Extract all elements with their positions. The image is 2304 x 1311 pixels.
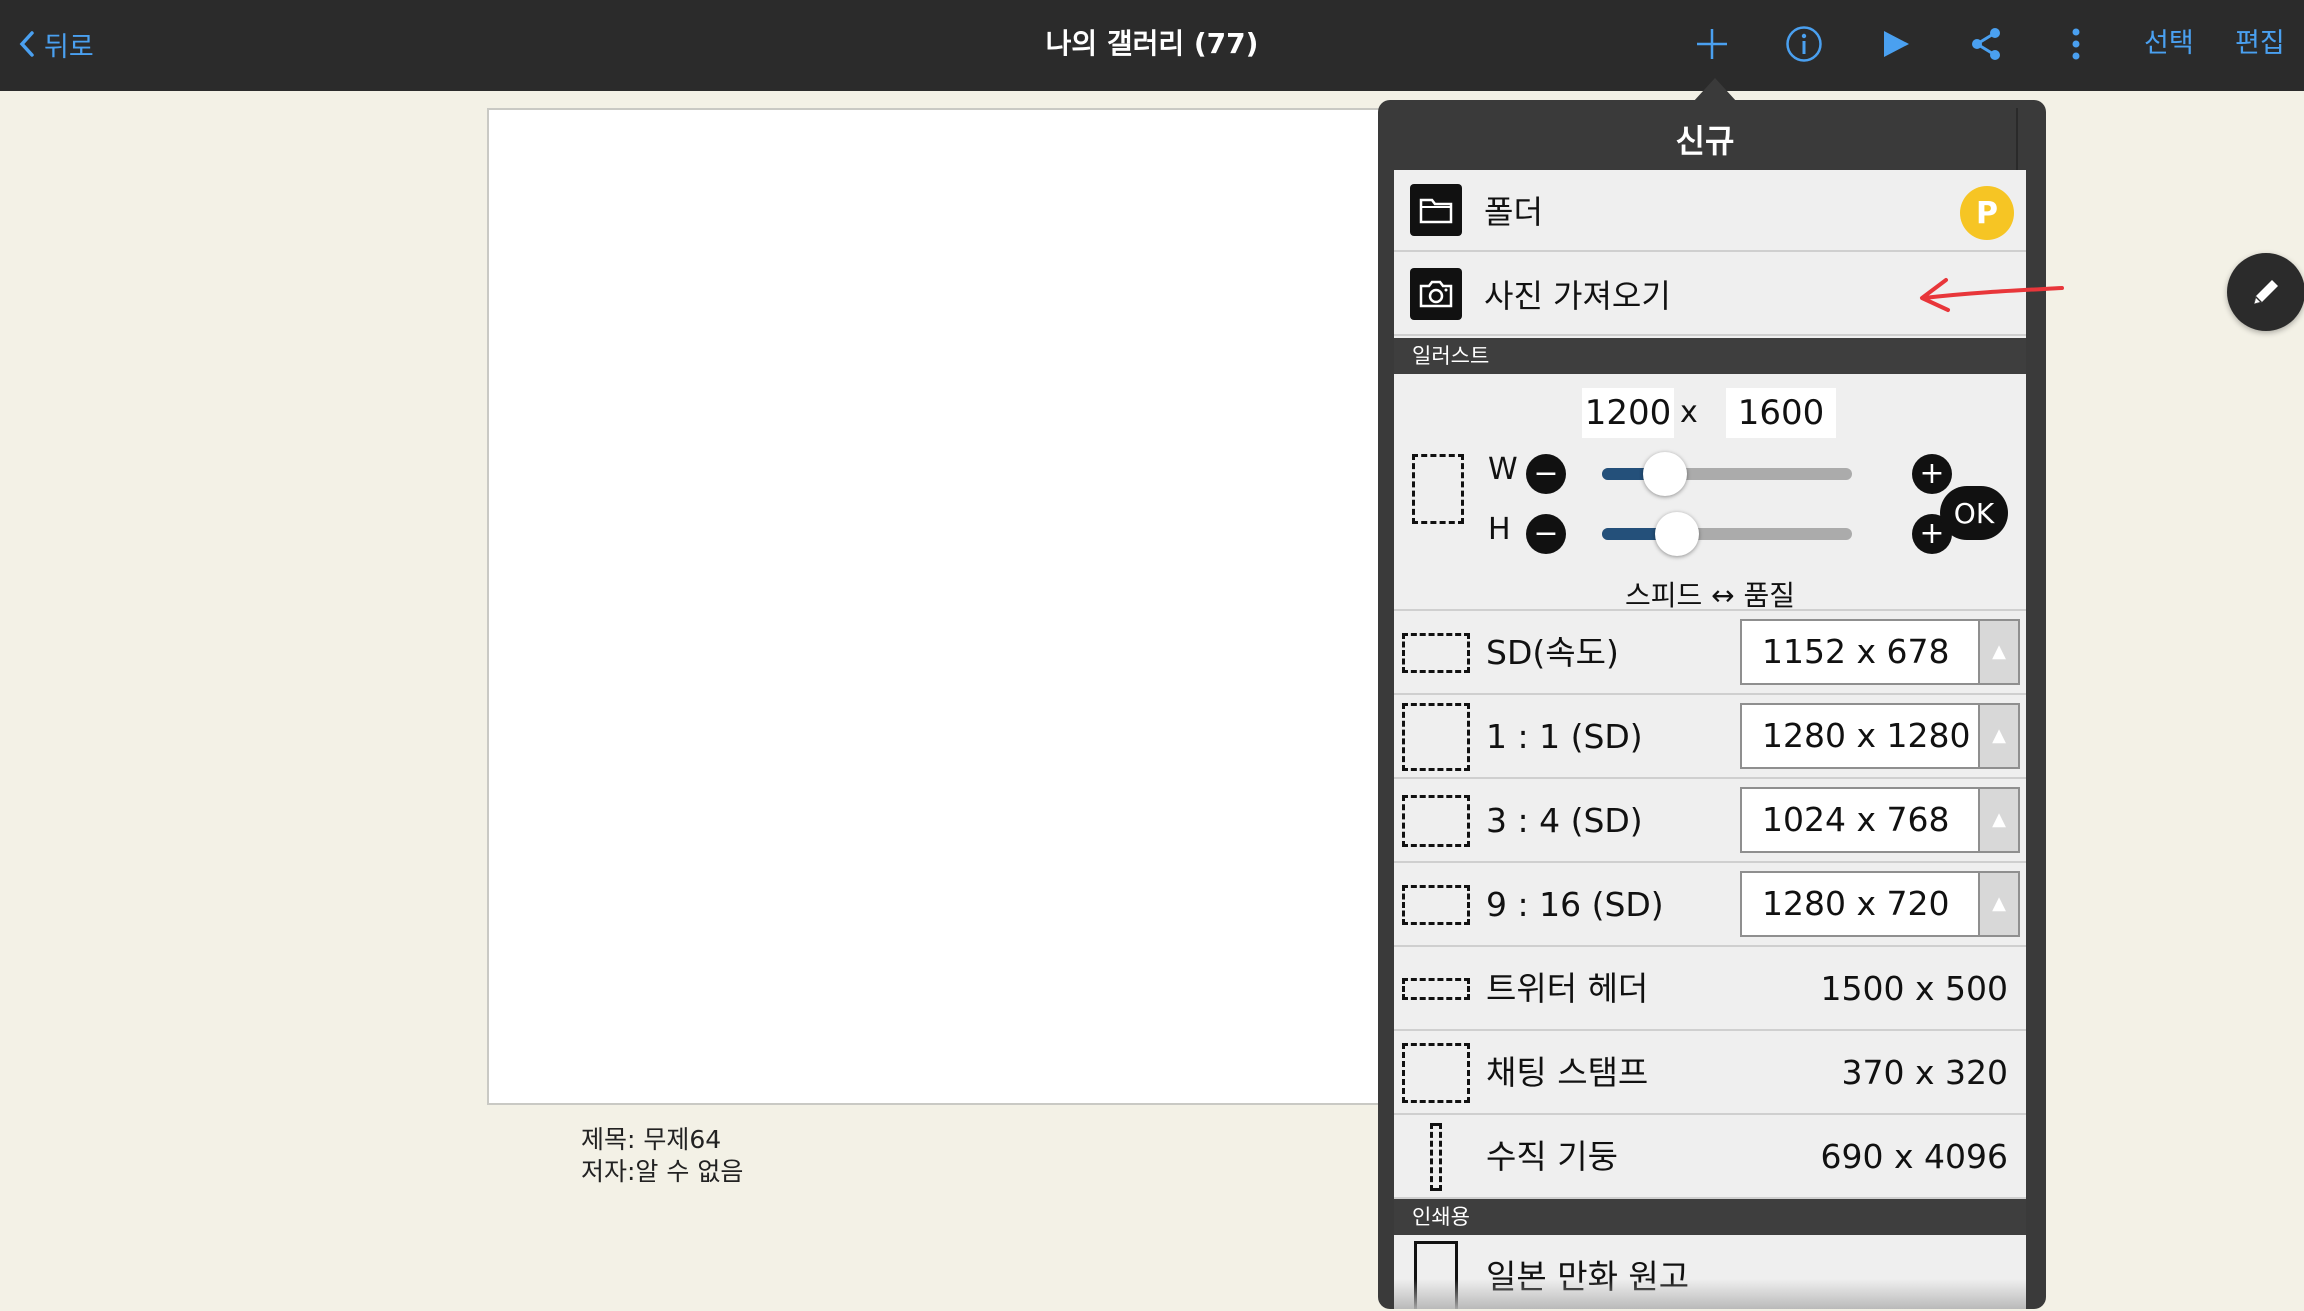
preset-landscape-icon xyxy=(1402,633,1470,673)
preset-name: SD(속도) xyxy=(1486,633,1619,672)
ok-button[interactable]: OK xyxy=(1940,486,2008,540)
section-print: 인쇄용 xyxy=(1394,1199,2026,1235)
height-minus-button[interactable]: − xyxy=(1526,514,1566,554)
share-button[interactable] xyxy=(1962,20,2010,68)
popup-tab: 신규 xyxy=(1394,108,2018,170)
new-folder-item[interactable]: 폴더 P xyxy=(1394,170,2026,252)
info-button[interactable] xyxy=(1780,20,1828,68)
gallery-title: 나의 갤러리 (77) xyxy=(1045,27,1259,60)
dropdown-arrow-icon[interactable]: ▲ xyxy=(1978,873,2018,935)
preset-name: 수직 기둥 xyxy=(1486,1137,1618,1176)
preset-3-4[interactable]: 3 : 4 (SD) 1024 x 768 ▲ xyxy=(1394,779,2026,863)
preset-size: 1280 x 720 xyxy=(1762,884,1950,923)
artwork-info: 제목: 무제64 저자:알 수 없음 xyxy=(581,1124,743,1188)
share-icon xyxy=(1972,28,2000,60)
preset-chat-stamp[interactable]: 채팅 스탬프 370 x 320 xyxy=(1394,1031,2026,1115)
import-photo-label: 사진 가져오기 xyxy=(1484,277,1671,315)
speed-quality-label: 스피드 ↔ 품질 xyxy=(1624,579,1796,612)
info-icon xyxy=(1786,26,1822,62)
folder-icon xyxy=(1410,184,1462,236)
preset-banner-icon xyxy=(1402,978,1470,1000)
width-plus-button[interactable]: + xyxy=(1912,454,1952,494)
preset-landscape-icon xyxy=(1402,795,1470,847)
camera-icon xyxy=(1410,268,1462,320)
preset-tall-icon xyxy=(1430,1123,1442,1191)
top-app-bar: 뒤로 나의 갤러리 (77) 선택 편집 xyxy=(0,0,2304,91)
pencil-icon xyxy=(2254,280,2278,304)
height-slider-knob[interactable] xyxy=(1655,512,1699,556)
section-illust: 일러스트 xyxy=(1394,338,2026,374)
add-button[interactable] xyxy=(1688,20,1736,68)
annotation-arrow-icon xyxy=(1920,278,2064,312)
more-button[interactable] xyxy=(2052,20,2100,68)
popup-caret xyxy=(1693,78,1737,102)
premium-badge: P xyxy=(1960,186,2014,240)
preset-size: 1024 x 768 xyxy=(1762,800,1950,839)
preset-name: 3 : 4 (SD) xyxy=(1486,801,1643,840)
height-slider[interactable] xyxy=(1602,512,1852,556)
preset-wide-icon xyxy=(1402,885,1470,925)
preset-size: 1280 x 1280 xyxy=(1762,716,1971,755)
artwork-author: 저자:알 수 없음 xyxy=(581,1157,744,1186)
dropdown-arrow-icon[interactable]: ▲ xyxy=(1978,705,2018,767)
preset-name: 채팅 스탬프 xyxy=(1486,1053,1649,1092)
preset-size-dropdown[interactable]: 1280 x 1280 ▲ xyxy=(1740,703,2020,769)
artwork-thumbnail[interactable] xyxy=(487,108,1382,1105)
new-canvas-list: 폴더 P 사진 가져오기 일러스트 1200 x 1600 W − + H − xyxy=(1394,170,2026,1309)
preset-1-1[interactable]: 1 : 1 (SD) 1280 x 1280 ▲ xyxy=(1394,695,2026,779)
preset-name: 1 : 1 (SD) xyxy=(1486,717,1643,756)
play-button[interactable] xyxy=(1872,20,1920,68)
edit-button[interactable]: 편집 xyxy=(2235,22,2285,66)
custom-size-panel: 1200 x 1600 W − + H − + OK 스피드 ↔ 품질 xyxy=(1394,376,2026,612)
preset-twitter-header[interactable]: 트위터 헤더 1500 x 500 xyxy=(1394,947,2026,1031)
preset-size: 690 x 4096 xyxy=(1820,1137,2008,1176)
preset-size-dropdown[interactable]: 1152 x 678 ▲ xyxy=(1740,619,2020,685)
w-label: W xyxy=(1488,452,1518,487)
times-sign: x xyxy=(1680,395,1698,430)
preset-size-dropdown[interactable]: 1024 x 768 ▲ xyxy=(1740,787,2020,853)
preset-square-icon xyxy=(1402,1043,1470,1103)
plus-icon xyxy=(1697,29,1727,59)
width-minus-button[interactable]: − xyxy=(1526,454,1566,494)
preset-name: 9 : 16 (SD) xyxy=(1486,885,1664,924)
dropdown-arrow-icon[interactable]: ▲ xyxy=(1978,789,2018,851)
draw-fab-button[interactable] xyxy=(2227,253,2304,331)
width-value[interactable]: 1200 xyxy=(1582,388,1674,438)
preset-size: 370 x 320 xyxy=(1841,1053,2008,1092)
preset-9-16[interactable]: 9 : 16 (SD) 1280 x 720 ▲ xyxy=(1394,863,2026,947)
dropdown-arrow-icon[interactable]: ▲ xyxy=(1978,621,2018,683)
preset-size: 1500 x 500 xyxy=(1820,969,2008,1008)
popup-title: 신규 xyxy=(1675,122,1735,160)
preset-size-dropdown[interactable]: 1280 x 720 ▲ xyxy=(1740,871,2020,937)
h-label: H xyxy=(1488,512,1511,547)
preset-size: 1152 x 678 xyxy=(1762,632,1950,671)
more-vertical-icon xyxy=(2072,28,2080,60)
height-value[interactable]: 1600 xyxy=(1726,388,1836,438)
preset-vertical-pillar[interactable]: 수직 기둥 690 x 4096 xyxy=(1394,1115,2026,1199)
custom-canvas-icon xyxy=(1412,454,1464,524)
width-slider[interactable] xyxy=(1602,452,1852,496)
folder-label: 폴더 xyxy=(1484,193,1543,231)
width-slider-knob[interactable] xyxy=(1642,452,1687,496)
play-icon xyxy=(1884,31,1909,57)
preset-name: 트위터 헤더 xyxy=(1486,969,1649,1008)
select-button[interactable]: 선택 xyxy=(2144,22,2194,66)
preset-square-icon xyxy=(1402,703,1470,771)
preset-sd[interactable]: SD(속도) 1152 x 678 ▲ xyxy=(1394,611,2026,695)
scroll-fade xyxy=(1394,1279,2026,1309)
artwork-title: 제목: 무제64 xyxy=(581,1125,722,1154)
